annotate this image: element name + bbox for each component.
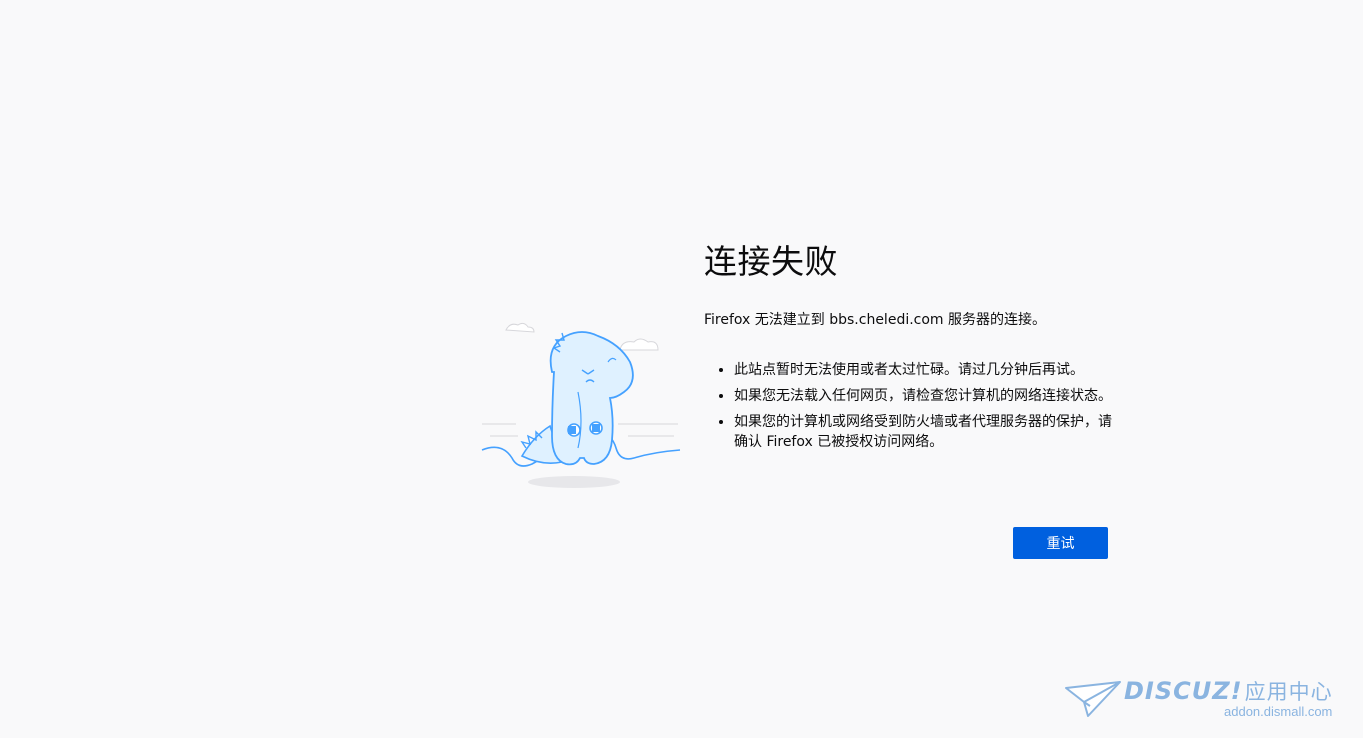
watermark-brand-name: DISCUZ!	[1124, 677, 1243, 705]
retry-button[interactable]: 重试	[1013, 527, 1108, 559]
reason-item: 如果您无法载入任何网页，请检查您计算机的网络连接状态。	[734, 386, 1114, 406]
paper-plane-icon	[1065, 681, 1121, 717]
reason-item: 此站点暂时无法使用或者太过忙碌。请过几分钟后再试。	[734, 360, 1114, 380]
watermark-url: addon.dismall.com	[1224, 704, 1333, 719]
reason-list: 此站点暂时无法使用或者太过忙碌。请过几分钟后再试。 如果您无法载入任何网页，请检…	[704, 360, 1114, 452]
error-page: 连接失败 Firefox 无法建立到 bbs.cheledi.com 服务器的连…	[0, 0, 1363, 738]
watermark-suffix: 应用中心	[1244, 680, 1333, 704]
error-content: 连接失败 Firefox 无法建立到 bbs.cheledi.com 服务器的连…	[704, 238, 1114, 458]
disconnected-dinosaur-icon	[481, 322, 681, 488]
reason-item: 如果您的计算机或网络受到防火墙或者代理服务器的保护，请确认 Firefox 已被…	[734, 412, 1114, 452]
watermark: DISCUZ!应用中心 addon.dismall.com	[1064, 674, 1354, 724]
error-intro: Firefox 无法建立到 bbs.cheledi.com 服务器的连接。	[704, 312, 1047, 328]
watermark-brand: DISCUZ!应用中心	[1124, 676, 1333, 706]
page-title: 连接失败	[704, 242, 838, 281]
button-row: 重试	[1013, 527, 1108, 559]
